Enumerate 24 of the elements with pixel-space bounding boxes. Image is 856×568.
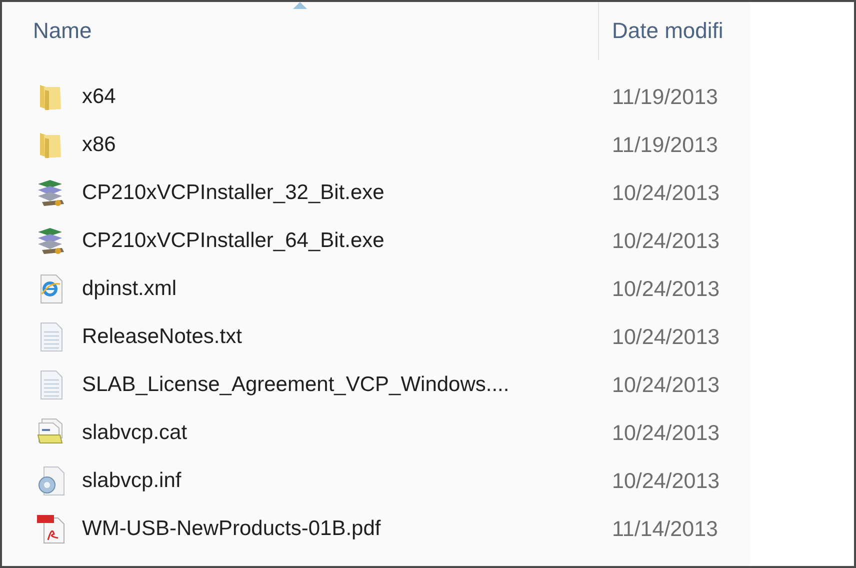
file-name[interactable]: slabvcp.cat <box>82 421 188 445</box>
file-name[interactable]: WM-USB-NewProducts-01B.pdf <box>82 517 381 541</box>
file-name[interactable]: slabvcp.inf <box>82 469 182 493</box>
date-modified: 10/24/2013 <box>611 372 721 398</box>
file-name[interactable]: x64 <box>82 85 116 109</box>
file-name[interactable]: SLAB_License_Agreement_VCP_Windows.... <box>82 373 510 397</box>
date-modified: 11/19/2013 <box>611 132 720 158</box>
date-modified: 10/24/2013 <box>611 420 721 446</box>
pdf-document-icon <box>36 514 66 544</box>
date-modified: 10/24/2013 <box>611 180 721 206</box>
date-modified: 11/19/2013 <box>611 84 720 110</box>
file-name[interactable]: CP210xVCPInstaller_64_Bit.exe <box>82 229 384 253</box>
date-modified: 10/24/2013 <box>611 228 721 254</box>
date-modified: 11/14/2013 <box>611 516 720 542</box>
file-name[interactable]: ReleaseNotes.txt <box>82 325 242 349</box>
sort-arrow-icon <box>293 2 307 9</box>
column-header[interactable]: Date modifi <box>598 2 750 60</box>
file-name[interactable]: CP210xVCPInstaller_32_Bit.exe <box>82 181 384 205</box>
file-name[interactable]: dpinst.xml <box>82 277 177 301</box>
file-name[interactable]: x86 <box>82 133 116 157</box>
column-header[interactable]: Name <box>2 2 598 60</box>
date-modified: 10/24/2013 <box>611 276 721 302</box>
date-modified: 10/24/2013 <box>611 468 721 494</box>
date-modified: 10/24/2013 <box>611 324 721 350</box>
